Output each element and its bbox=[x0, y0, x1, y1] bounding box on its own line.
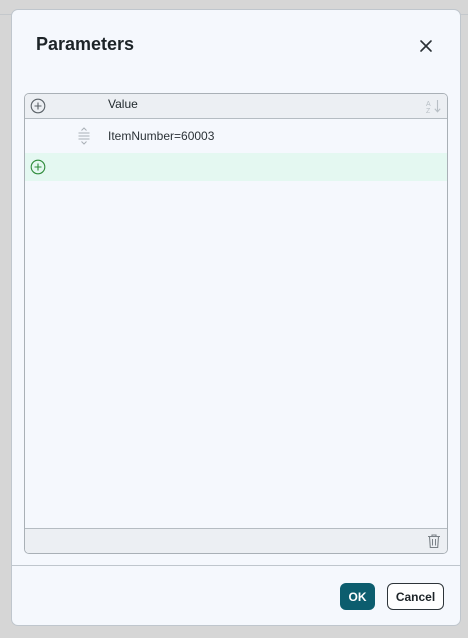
close-icon bbox=[420, 40, 432, 52]
sort-button[interactable]: A Z bbox=[426, 98, 442, 115]
plus-circle-icon bbox=[30, 98, 46, 114]
ok-button[interactable]: OK bbox=[340, 583, 375, 610]
cancel-button[interactable]: Cancel bbox=[387, 583, 444, 610]
header-add-button[interactable] bbox=[30, 98, 46, 114]
table-row[interactable]: ItemNumber=60003 bbox=[25, 119, 447, 152]
new-row-add-button[interactable] bbox=[30, 159, 46, 175]
row-value[interactable]: ItemNumber=60003 bbox=[108, 129, 214, 143]
svg-text:A: A bbox=[426, 101, 431, 108]
row-drag-handle[interactable] bbox=[77, 127, 91, 145]
parameters-dialog: Parameters Value A Z ItemNumber=60003 OK… bbox=[11, 9, 461, 626]
plus-circle-icon bbox=[30, 159, 46, 175]
grid-header: Value A Z bbox=[25, 94, 447, 119]
dialog-title: Parameters bbox=[36, 34, 135, 54]
grid-footer bbox=[25, 528, 447, 553]
svg-text:Z: Z bbox=[426, 108, 431, 114]
close-button[interactable] bbox=[416, 36, 436, 56]
value-column-header[interactable]: Value bbox=[108, 97, 138, 111]
parameters-grid: Value A Z ItemNumber=60003 bbox=[24, 93, 448, 554]
delete-row-button[interactable] bbox=[427, 533, 441, 549]
new-row[interactable] bbox=[25, 153, 447, 181]
footer-divider bbox=[12, 565, 460, 566]
sort-az-icon: A Z bbox=[426, 100, 441, 115]
drag-handle-icon bbox=[78, 127, 90, 145]
trash-icon bbox=[428, 534, 440, 549]
